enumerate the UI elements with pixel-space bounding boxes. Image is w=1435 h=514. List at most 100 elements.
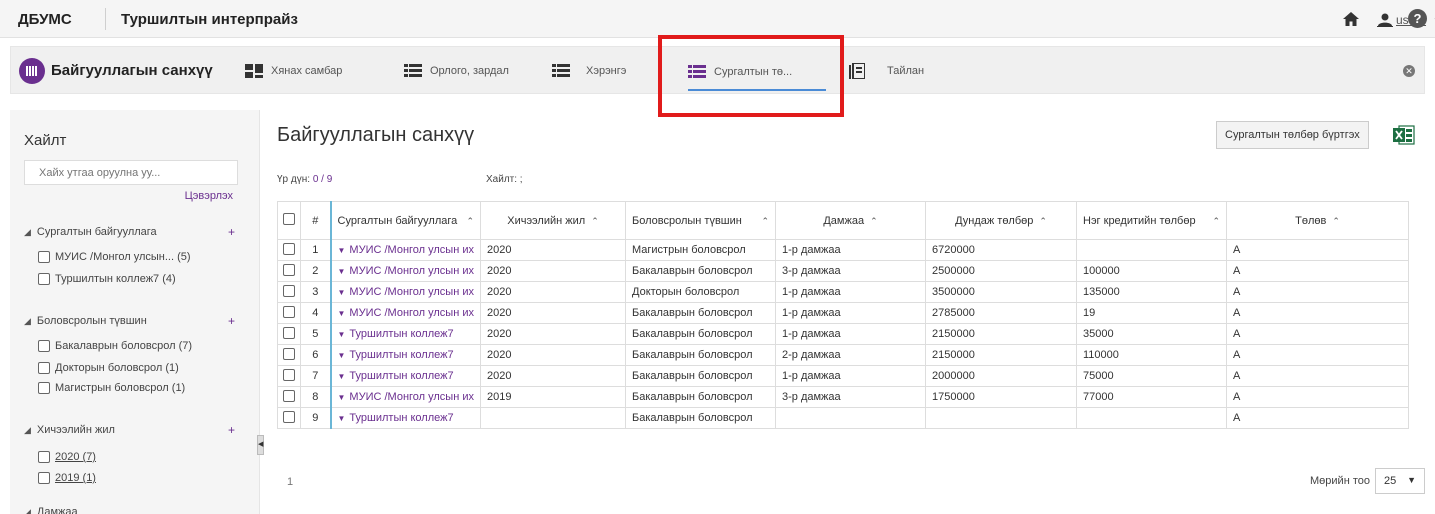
row-checkbox-cell[interactable]	[277, 323, 301, 345]
sort-icon[interactable]: ⌃	[1332, 215, 1340, 227]
checkbox[interactable]	[38, 273, 50, 285]
header-organization[interactable]: Сургалтын байгууллага ⌃	[329, 201, 481, 240]
row-organization[interactable]: ▼ МУИС /Монгол улсын их	[329, 302, 481, 324]
facet-course[interactable]: ◢ Дамжаа	[24, 506, 78, 514]
row-checkbox[interactable]	[283, 263, 295, 276]
organization-link[interactable]: МУИС /Монгол улсын их	[349, 391, 474, 403]
row-checkbox[interactable]	[283, 242, 295, 255]
header-credit-fee[interactable]: Нэг кредитийн төлбөр ⌃	[1076, 201, 1227, 240]
row-checkbox-cell[interactable]	[277, 407, 301, 429]
tab-dashboard[interactable]: Хянах самбар	[245, 58, 342, 84]
table-row[interactable]: 1 ▼ МУИС /Монгол улсын их 2020 Магистрын …	[277, 239, 1409, 261]
tab-income-expense[interactable]: Орлого, зардал	[404, 58, 509, 84]
sort-icon[interactable]: ⌃	[591, 215, 599, 227]
row-organization[interactable]: ▼ МУИС /Монгол улсын их	[329, 386, 481, 408]
organization-link[interactable]: Туршилтын коллеж7	[349, 328, 453, 340]
sort-icon[interactable]: ⌃	[1039, 215, 1047, 227]
row-checkbox[interactable]	[283, 284, 295, 297]
select-all-header[interactable]	[277, 201, 301, 240]
row-checkbox[interactable]	[283, 347, 295, 360]
row-checkbox-cell[interactable]	[277, 281, 301, 303]
row-organization[interactable]: ▼ МУИС /Монгол улсын их	[329, 260, 481, 282]
row-checkbox-cell[interactable]	[277, 344, 301, 366]
organization-link[interactable]: МУИС /Монгол улсын их	[349, 265, 474, 277]
table-row[interactable]: 3 ▼ МУИС /Монгол улсын их 2020 Докторын б…	[277, 281, 1409, 303]
help-icon[interactable]: ?	[1408, 9, 1427, 28]
row-organization[interactable]: ▼ Туршилтын коллеж7	[329, 407, 481, 429]
facet-education-level[interactable]: ◢ Боловсролын түвшин	[24, 315, 147, 327]
facet-option[interactable]: Бакалаврын боловсрол (7)	[38, 340, 192, 352]
facet-academic-year[interactable]: ◢ Хичээлийн жил	[24, 424, 115, 436]
table-row[interactable]: 8 ▼ МУИС /Монгол улсын их 2019 Бакалаврын…	[277, 386, 1409, 408]
facet-option[interactable]: Докторын боловсрол (1)	[38, 362, 179, 374]
organization-link[interactable]: МУИС /Монгол улсын их	[349, 307, 474, 319]
sort-icon[interactable]: ⌃	[466, 215, 474, 227]
row-organization[interactable]: ▼ Туршилтын коллеж7	[329, 344, 481, 366]
header-year[interactable]: Хичээлийн жил ⌃	[480, 201, 626, 240]
checkbox[interactable]	[38, 362, 50, 374]
row-checkbox-cell[interactable]	[277, 365, 301, 387]
register-tuition-button[interactable]: Сургалтын төлбөр бүртгэх	[1216, 121, 1369, 149]
expand-plus-icon[interactable]: +	[228, 423, 235, 437]
table-row[interactable]: 5 ▼ Туршилтын коллеж7 2020 Бакалаврын бол…	[277, 323, 1409, 345]
row-checkbox[interactable]	[283, 410, 295, 423]
facet-option[interactable]: 2020 (7)	[38, 451, 96, 463]
row-checkbox[interactable]	[283, 326, 295, 339]
table-row[interactable]: 4 ▼ МУИС /Монгол улсын их 2020 Бакалаврын…	[277, 302, 1409, 324]
facet-option[interactable]: 2019 (1)	[38, 472, 96, 484]
checkbox[interactable]	[38, 251, 50, 263]
header-education-level[interactable]: Боловсролын түвшин ⌃	[625, 201, 776, 240]
home-icon[interactable]	[1341, 9, 1361, 29]
organization-link[interactable]: Туршилтын коллеж7	[349, 370, 453, 382]
organization-link[interactable]: Туршилтын коллеж7	[349, 349, 453, 361]
rows-per-page-select[interactable]: 25 ▼	[1375, 468, 1425, 494]
table-row[interactable]: 2 ▼ МУИС /Монгол улсын их 2020 Бакалаврын…	[277, 260, 1409, 282]
header-status[interactable]: Төлөв ⌃	[1226, 201, 1409, 240]
expand-plus-icon[interactable]: +	[228, 314, 235, 328]
checkbox[interactable]	[38, 382, 50, 394]
row-organization[interactable]: ▼ Туршилтын коллеж7	[329, 365, 481, 387]
facet-option[interactable]: МУИС /Монгол улсын... (5)	[38, 251, 191, 263]
sort-icon[interactable]: ⌃	[870, 215, 878, 227]
row-checkbox-cell[interactable]	[277, 260, 301, 282]
tab-assets[interactable]: Хэрэнгэ	[552, 58, 626, 84]
facet-search-input[interactable]	[24, 160, 238, 185]
facet-option[interactable]: Туршилтын коллеж7 (4)	[38, 273, 176, 285]
select-all-checkbox[interactable]	[283, 213, 295, 225]
enterprise-name[interactable]: Туршилтын интерпрайз	[121, 11, 298, 28]
clear-filters-link[interactable]: Цэвэрлэх	[185, 190, 233, 202]
tab-report[interactable]: Тайлан	[849, 58, 924, 84]
checkbox[interactable]	[38, 451, 50, 463]
module-title[interactable]: Байгууллагын санхүү	[51, 62, 213, 79]
close-icon[interactable]: ✕	[1403, 65, 1415, 77]
header-course[interactable]: Дамжаа ⌃	[775, 201, 926, 240]
table-row[interactable]: 6 ▼ Туршилтын коллеж7 2020 Бакалаврын бол…	[277, 344, 1409, 366]
row-checkbox[interactable]	[283, 389, 295, 402]
caret-down-icon: ▼	[337, 288, 346, 297]
row-checkbox-cell[interactable]	[277, 239, 301, 261]
row-organization[interactable]: ▼ МУИС /Монгол улсын их	[329, 281, 481, 303]
organization-link[interactable]: Туршилтын коллеж7	[349, 412, 453, 424]
row-checkbox-cell[interactable]	[277, 302, 301, 324]
excel-export-icon[interactable]	[1393, 125, 1415, 145]
checkbox[interactable]	[38, 472, 50, 484]
sidebar-collapse-handle[interactable]: ◀	[257, 435, 264, 455]
header-avg-fee[interactable]: Дундаж төлбөр ⌃	[925, 201, 1077, 240]
expand-plus-icon[interactable]: +	[228, 225, 235, 239]
row-organization[interactable]: ▼ Туршилтын коллеж7	[329, 323, 481, 345]
table-row[interactable]: 7 ▼ Туршилтын коллеж7 2020 Бакалаврын бол…	[277, 365, 1409, 387]
checkbox[interactable]	[38, 340, 50, 352]
row-checkbox[interactable]	[283, 305, 295, 318]
page-number[interactable]: 1	[287, 476, 293, 488]
organization-link[interactable]: МУИС /Монгол улсын их	[349, 286, 474, 298]
facet-organization[interactable]: ◢ Сургалтын байгууллага	[24, 226, 157, 238]
row-checkbox-cell[interactable]	[277, 386, 301, 408]
row-organization[interactable]: ▼ МУИС /Монгол улсын их	[329, 239, 481, 261]
sort-icon[interactable]: ⌃	[1212, 215, 1220, 227]
table-row[interactable]: 9 ▼ Туршилтын коллеж7 Бакалаврын боловсро…	[277, 407, 1409, 429]
facet-option[interactable]: Магистрын боловсрол (1)	[38, 382, 185, 394]
app-brand[interactable]: ДБУМС	[18, 11, 72, 28]
row-checkbox[interactable]	[283, 368, 295, 381]
organization-link[interactable]: МУИС /Монгол улсын их	[349, 244, 474, 256]
sort-icon[interactable]: ⌃	[761, 215, 769, 227]
